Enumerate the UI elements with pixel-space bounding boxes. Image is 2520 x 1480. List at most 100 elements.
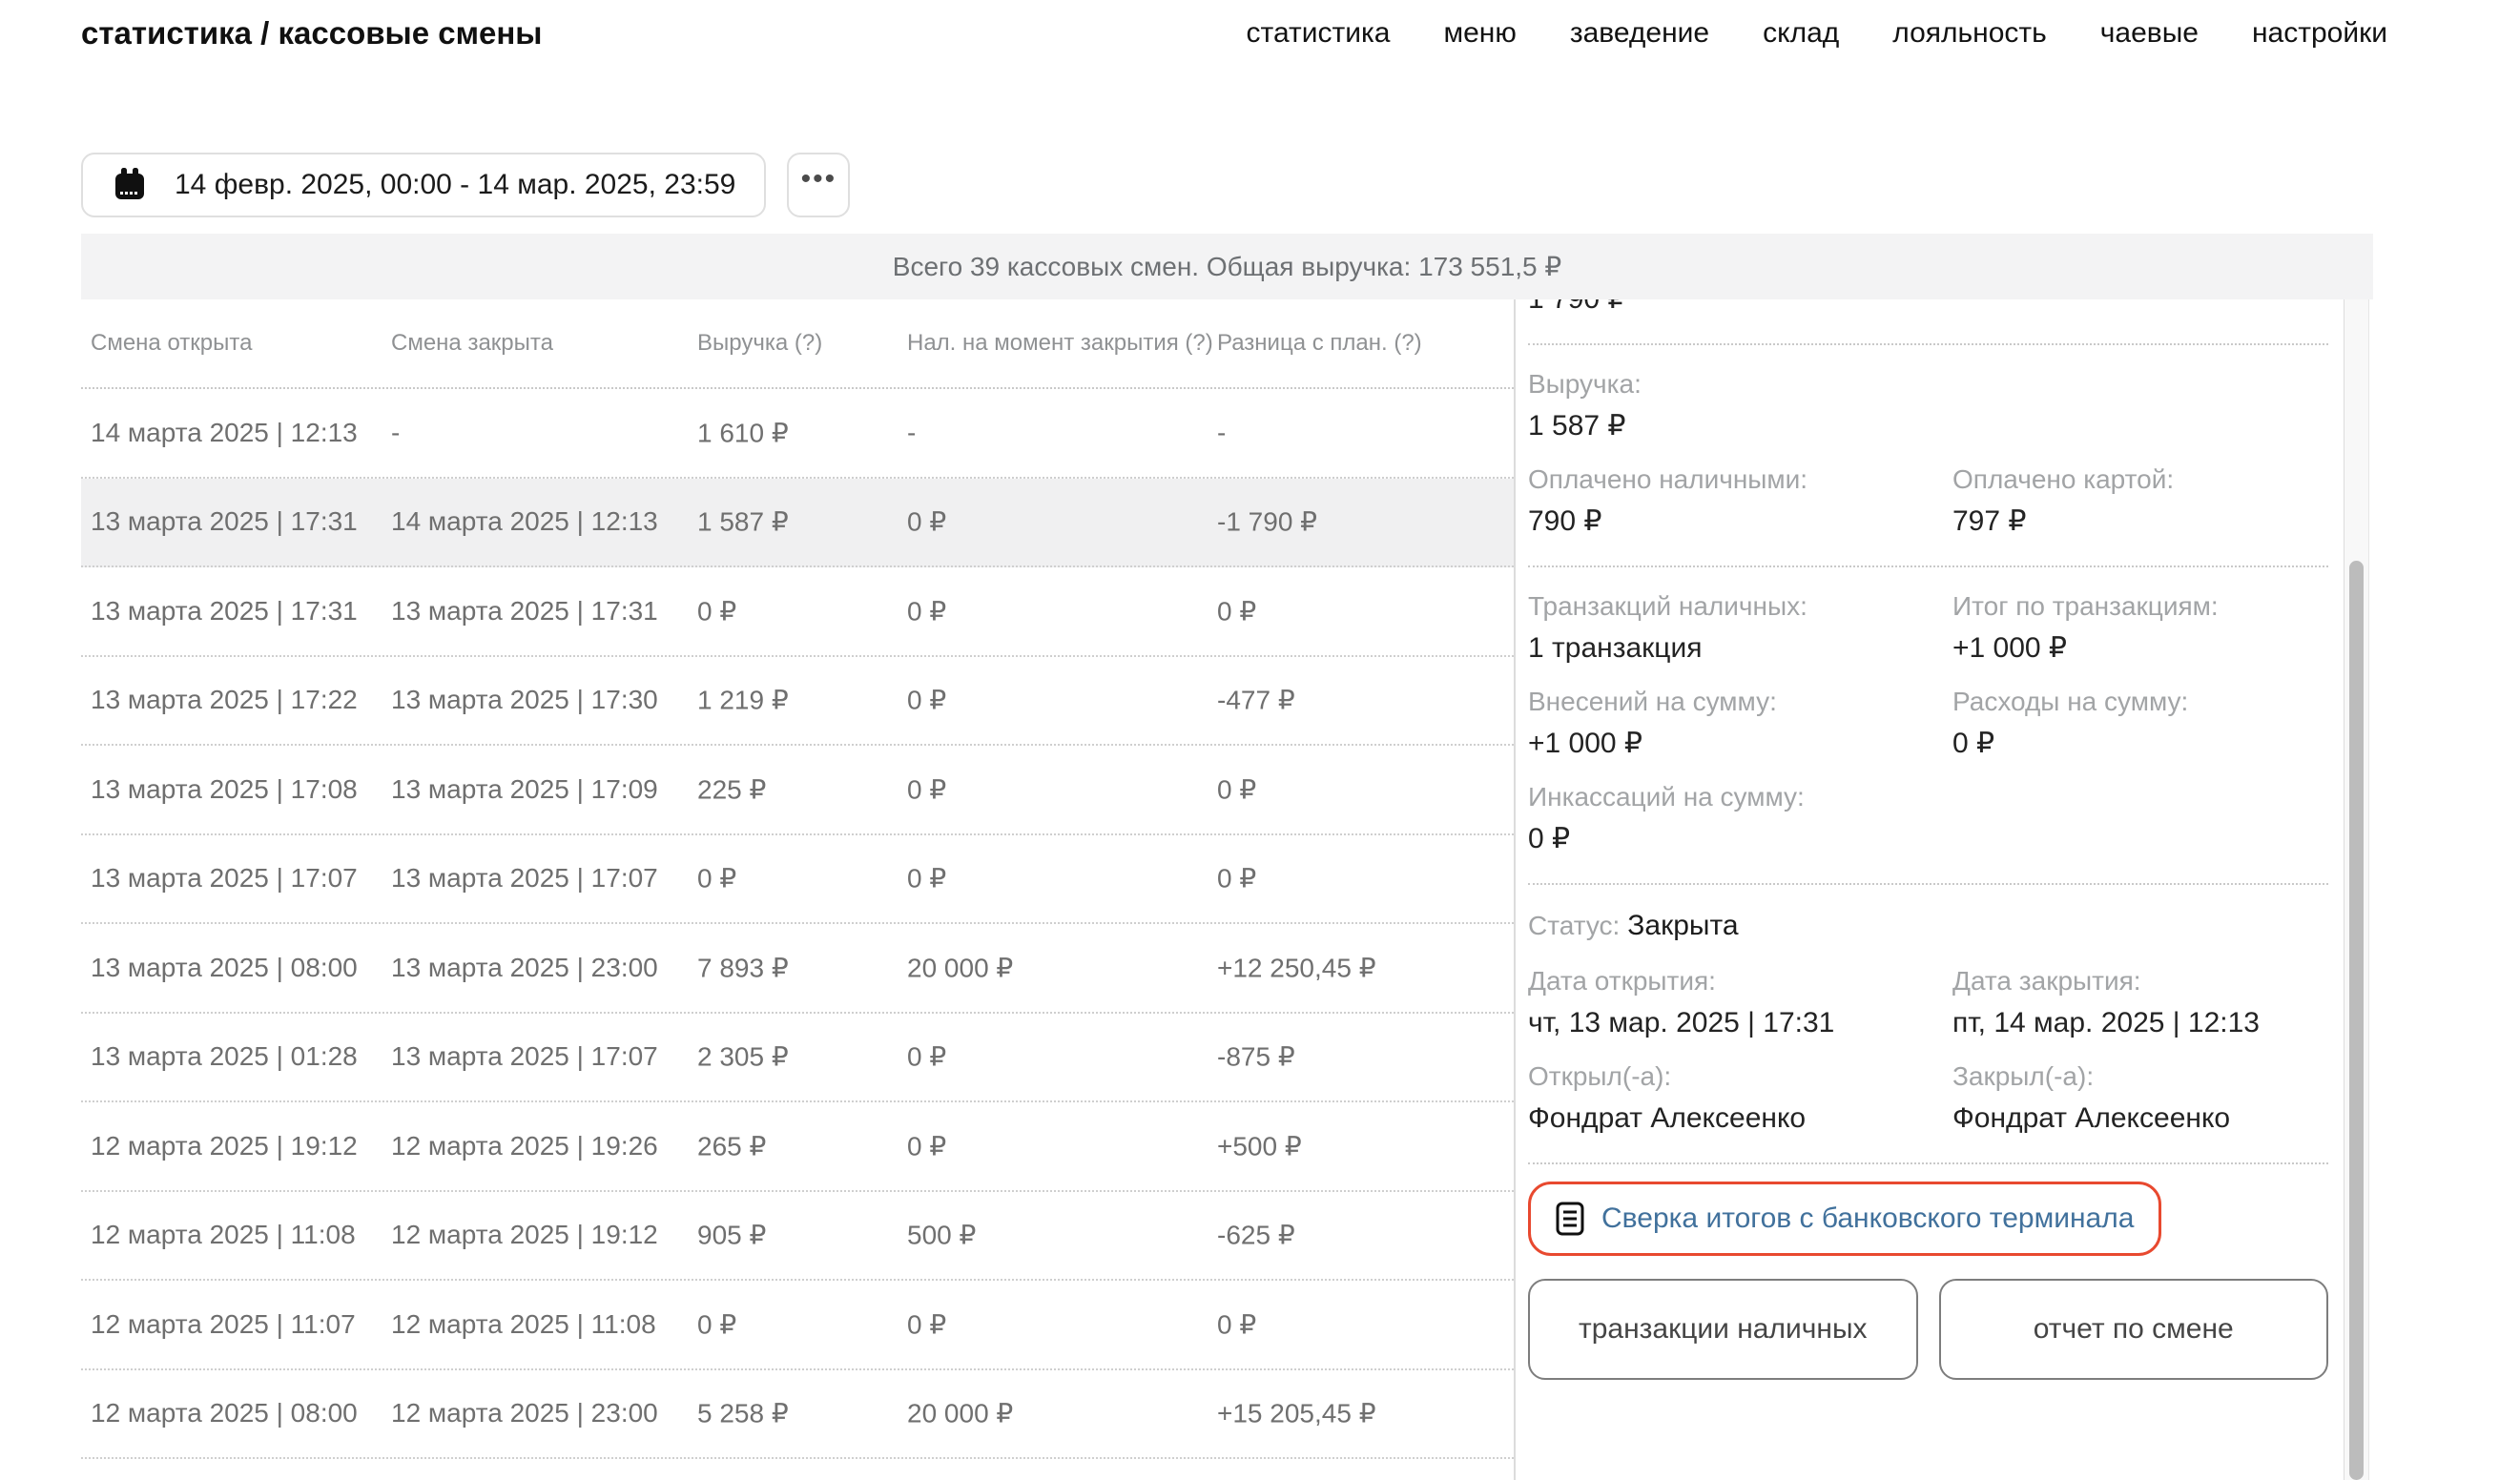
detail-field: Оплачено картой:797 ₽ xyxy=(1952,465,2328,538)
plan-difference-cell: 0 ₽ xyxy=(1217,863,1256,894)
column-header: Нал. на момент закрытия (?) xyxy=(907,330,1213,357)
panel-scrollbar[interactable] xyxy=(2344,299,2369,1480)
shift-opened-cell: 13 марта 2025 | 17:07 xyxy=(91,863,358,894)
table-row[interactable]: 13 марта 2025 | 17:0813 марта 2025 | 17:… xyxy=(81,746,1514,835)
shift-opened-cell: 13 марта 2025 | 17:31 xyxy=(91,506,358,537)
plan-difference-cell: 0 ₽ xyxy=(1217,1308,1256,1340)
document-icon xyxy=(1556,1202,1584,1236)
table-row[interactable]: 14 марта 2025 | 12:13 - 1 610 ₽ - - xyxy=(81,389,1514,479)
shift-detail-panel: 1 790 ₽ Выручка:1 587 ₽Оплачено наличным… xyxy=(1514,299,2344,1480)
detail-field: Открыл(-а):Фондрат Алексеенко xyxy=(1528,1062,1952,1135)
nav-item-tips[interactable]: чаевые xyxy=(2100,17,2199,50)
column-header: Смена закрыта xyxy=(391,330,553,357)
cash-at-close-cell: - xyxy=(907,418,916,448)
shift-closed-cell: 13 марта 2025 | 23:00 xyxy=(391,953,658,983)
detail-field-label: Инкассаций на сумму: xyxy=(1528,783,1952,812)
revenue-cell: 905 ₽ xyxy=(697,1220,766,1251)
revenue-cell: 7 893 ₽ xyxy=(697,952,789,983)
cash-at-close-cell: 0 ₽ xyxy=(907,1130,946,1161)
revenue-cell: 5 258 ₽ xyxy=(697,1398,789,1429)
revenue-cell: 0 ₽ xyxy=(697,863,736,894)
plan-difference-cell: -875 ₽ xyxy=(1217,1041,1295,1073)
detail-field: Выручка:1 587 ₽ xyxy=(1528,370,2328,442)
nav-item-settings[interactable]: настройки xyxy=(2252,17,2387,50)
cash-at-close-cell: 0 ₽ xyxy=(907,685,946,716)
shift-opened-cell: 12 марта 2025 | 11:08 xyxy=(91,1220,356,1250)
detail-field-label: Расходы на сумму: xyxy=(1952,688,2328,716)
table-row[interactable]: 12 марта 2025 | 11:08 12 марта 2025 | 19:… xyxy=(81,1192,1514,1282)
nav-item-venue[interactable]: заведение xyxy=(1570,17,1709,50)
shift-closed-cell: 13 марта 2025 | 17:09 xyxy=(391,774,658,805)
cash-at-close-cell: 0 ₽ xyxy=(907,595,946,627)
plan-difference-cell: -1 790 ₽ xyxy=(1217,506,1317,538)
table-row[interactable]: 13 марта 2025 | 17:3113 марта 2025 | 17:… xyxy=(81,567,1514,657)
table-row[interactable]: 13 марта 2025 | 17:2213 марта 2025 | 17:… xyxy=(81,657,1514,747)
shift-opened-cell: 13 марта 2025 | 08:00 xyxy=(91,953,358,983)
detail-field: Итог по транзакциям: +1 000 ₽ xyxy=(1952,592,2328,665)
detail-field: Закрыл(-а): Фондрат Алексеенко xyxy=(1952,1062,2328,1135)
shift-closed-cell: 13 марта 2025 | 17:31 xyxy=(391,596,658,627)
revenue-cell: 1 610 ₽ xyxy=(697,417,789,448)
cash-at-close-cell: 20 000 ₽ xyxy=(907,1398,1013,1429)
table-row[interactable]: 12 марта 2025 | 11:0712 марта 2025 | 11:… xyxy=(81,1281,1514,1370)
shift-closed-cell: 12 марта 2025 | 19:12 xyxy=(391,1220,658,1250)
nav-item-statistics[interactable]: статистика xyxy=(1247,17,1391,50)
detail-field-label: Закрыл(-а): xyxy=(1952,1062,2328,1091)
detail-field-value: Фондрат Алексеенко xyxy=(1952,1103,2328,1134)
plan-difference-cell: - xyxy=(1217,418,1226,448)
detail-field-label: Открыл(-а): xyxy=(1528,1062,1952,1091)
nav-item-stock[interactable]: склад xyxy=(1763,17,1839,50)
detail-field: Оплачено наличными:790 ₽ xyxy=(1528,465,1952,538)
detail-field-value: 1 587 ₽ xyxy=(1528,411,2328,442)
column-header: Разница с план. (?) xyxy=(1217,330,1422,357)
plan-difference-cell: +500 ₽ xyxy=(1217,1130,1302,1161)
revenue-cell: 1 587 ₽ xyxy=(697,506,789,538)
detail-field-label: Оплачено картой: xyxy=(1952,465,2328,494)
detail-field-value: 0 ₽ xyxy=(1528,824,1952,854)
cash-at-close-cell: 0 ₽ xyxy=(907,863,946,894)
detail-field-value: пт, 14 мар. 2025 | 12:13 xyxy=(1952,1008,2328,1038)
toolbar: 14 февр. 2025, 00:00 - 14 мар. 2025, 23:… xyxy=(81,153,850,217)
nav-item-menu[interactable]: меню xyxy=(1443,17,1516,50)
detail-field: Дата открытия:чт, 13 мар. 2025 | 17:31 xyxy=(1528,967,1952,1039)
plan-difference-cell: -477 ₽ xyxy=(1217,685,1295,716)
table-row[interactable]: 13 марта 2025 | 17:3114 марта 2025 | 12:… xyxy=(81,479,1514,568)
date-range-button[interactable]: 14 февр. 2025, 00:00 - 14 мар. 2025, 23:… xyxy=(81,153,766,217)
more-options-button[interactable]: ••• xyxy=(787,153,850,217)
cash-transactions-button[interactable]: транзакции наличных xyxy=(1528,1279,1918,1380)
revenue-cell: 0 ₽ xyxy=(697,1308,736,1340)
shift-opened-cell: 12 марта 2025 | 11:07 xyxy=(91,1309,356,1340)
detail-field-value: 0 ₽ xyxy=(1952,729,2328,759)
detail-field-value: +1 000 ₽ xyxy=(1952,633,2328,664)
table-row[interactable]: 13 марта 2025 | 17:0713 марта 2025 | 17:… xyxy=(81,835,1514,925)
shift-opened-cell: 14 марта 2025 | 12:13 xyxy=(91,418,358,448)
shift-report-button[interactable]: отчет по смене xyxy=(1939,1279,2329,1380)
detail-field: Транзакций наличных:1 транзакция xyxy=(1528,592,1952,665)
summary-mid: кассовых смен. Общая выручка: xyxy=(1000,252,1418,282)
nav-item-loyalty[interactable]: лояльность xyxy=(1892,17,2047,50)
detail-field-label: Транзакций наличных: xyxy=(1528,592,1952,621)
page-title: статистика / кассовые смены xyxy=(81,15,542,51)
summary-prefix: Всего xyxy=(893,252,970,282)
cash-at-close-cell: 0 ₽ xyxy=(907,1041,946,1073)
panel-sections: Выручка:1 587 ₽Оплачено наличными:790 ₽О… xyxy=(1528,345,2328,1164)
detail-field-label: Итог по транзакциям: xyxy=(1952,592,2328,621)
annotation-highlight: Сверка итогов с банковского терминала xyxy=(1528,1182,2161,1256)
table-row[interactable]: 12 марта 2025 | 08:0012 марта 2025 | 23:… xyxy=(81,1370,1514,1460)
shift-closed-cell: - xyxy=(391,418,400,448)
summary-bar: Всего 39 кассовых смен. Общая выручка: 1… xyxy=(81,234,2373,299)
table-row[interactable]: 13 марта 2025 | 01:2813 марта 2025 | 17:… xyxy=(81,1014,1514,1103)
bank-terminal-reconciliation-link[interactable]: Сверка итогов с банковского терминала xyxy=(1601,1202,2134,1235)
summary-total: 173 551,5 ₽ xyxy=(1418,251,1561,282)
detail-field: Расходы на сумму: 0 ₽ xyxy=(1952,688,2328,760)
shift-closed-cell: 12 марта 2025 | 23:00 xyxy=(391,1398,658,1429)
table-row[interactable]: 12 марта 2025 | 19:1212 марта 2025 | 19:… xyxy=(81,1102,1514,1192)
plan-difference-cell: 0 ₽ xyxy=(1217,595,1256,627)
topbar: статистика / кассовые смены статистика ме… xyxy=(81,15,2387,51)
revenue-cell: 265 ₽ xyxy=(697,1130,766,1161)
revenue-cell: 225 ₽ xyxy=(697,773,766,805)
panel-scrollbar-thumb[interactable] xyxy=(2349,561,2364,1480)
table-row[interactable]: 13 марта 2025 | 08:00 13 марта 2025 | 23:… xyxy=(81,924,1514,1014)
plan-difference-cell: -625 ₽ xyxy=(1217,1220,1295,1251)
main-nav: статистика меню заведение склад лояльность ча… xyxy=(1247,17,2387,50)
